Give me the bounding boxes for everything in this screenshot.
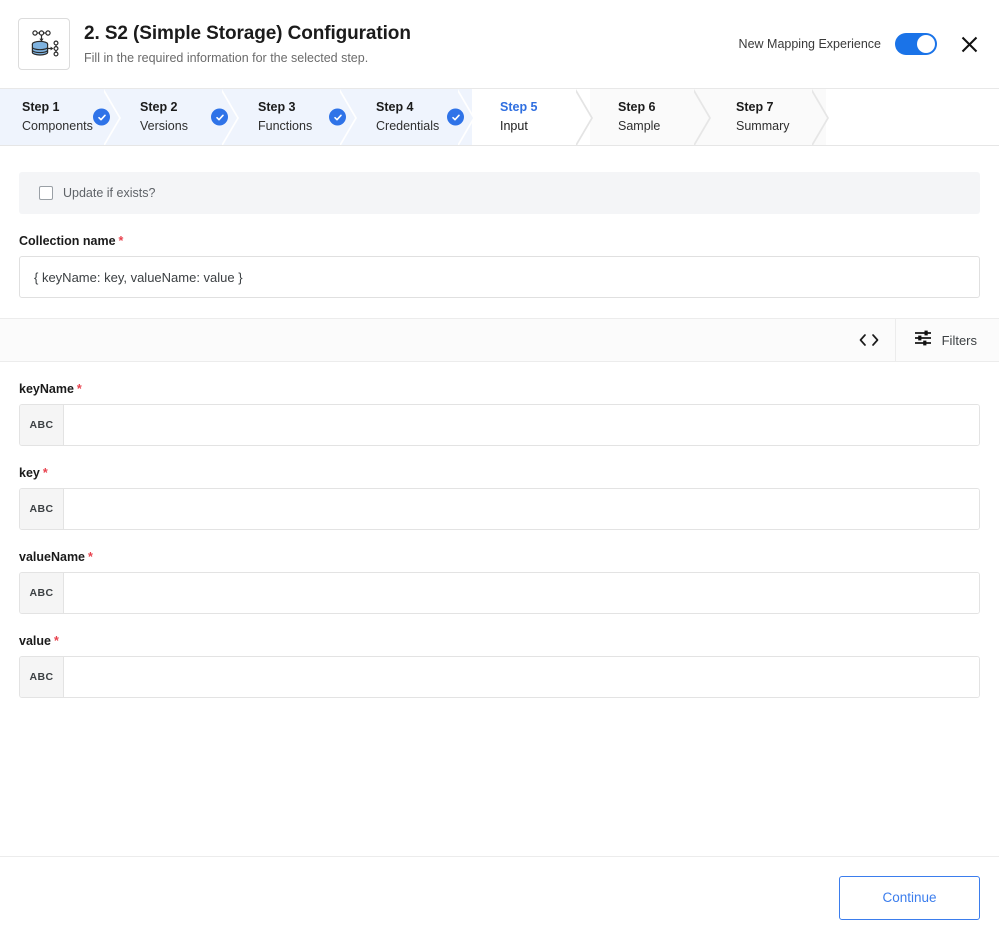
update-if-exists-row[interactable]: Update if exists?: [19, 172, 980, 214]
filter-sliders-icon: [914, 329, 932, 352]
wizard-stepper: Step 1 Components Step 2 Versions Step 3…: [0, 88, 999, 146]
field-label-text: keyName: [19, 382, 74, 396]
field-label-valuename: valueName *: [19, 550, 980, 564]
continue-button[interactable]: Continue: [839, 875, 980, 920]
close-icon[interactable]: [955, 30, 983, 58]
type-chip-abc: ABC: [20, 657, 64, 697]
mapping-toolbar: Filters: [0, 318, 999, 362]
field-label-keyname: keyName *: [19, 382, 980, 396]
dialog-header: 2. S2 (Simple Storage) Configuration Fil…: [0, 0, 999, 88]
field-row-keyname: ABC: [19, 404, 980, 446]
check-circle-icon: [447, 108, 464, 126]
collection-name-group: Collection name * { keyName: key, valueNa…: [0, 214, 999, 298]
required-asterisk: *: [76, 382, 82, 396]
mapping-fields-list: keyName * ABC key * ABC valueName * ABC v: [0, 362, 999, 698]
step-number: Step 1: [22, 100, 60, 114]
field-input-value[interactable]: [64, 657, 979, 697]
step-label: Sample: [618, 119, 661, 133]
required-asterisk: *: [88, 550, 93, 564]
stepper-step-2[interactable]: Step 2 Versions: [118, 89, 239, 145]
toggle-knob: [917, 35, 935, 53]
stepper-step-7[interactable]: Step 7 Summary: [708, 89, 829, 145]
required-asterisk: *: [53, 634, 59, 648]
field-row-value: ABC: [19, 656, 980, 698]
collection-name-input[interactable]: { keyName: key, valueName: value }: [19, 256, 980, 298]
stepper-step-4[interactable]: Step 4 Credentials: [354, 89, 475, 145]
field-label-key: key *: [19, 466, 980, 480]
check-circle-icon: [329, 108, 346, 126]
field-label-text: valueName: [19, 550, 86, 564]
configuration-dialog: 2. S2 (Simple Storage) Configuration Fil…: [0, 0, 999, 938]
step-label: Versions: [140, 119, 188, 133]
type-chip-abc: ABC: [20, 489, 64, 529]
field-row-valuename: ABC: [19, 572, 980, 614]
new-mapping-experience-label: New Mapping Experience: [738, 37, 881, 51]
required-asterisk: *: [118, 234, 124, 248]
stepper-step-1[interactable]: Step 1 Components: [0, 89, 121, 145]
step-number: Step 6: [618, 100, 656, 114]
dialog-footer: Continue: [0, 856, 999, 938]
update-if-exists-label: Update if exists?: [63, 186, 156, 200]
field-label-text: key: [19, 466, 40, 480]
header-controls: New Mapping Experience: [739, 30, 983, 58]
filters-button[interactable]: Filters: [896, 319, 999, 361]
stepper-step-6[interactable]: Step 6 Sample: [590, 89, 711, 145]
step-number: Step 7: [736, 100, 774, 114]
stepper-step-5[interactable]: Step 5 Input: [472, 89, 593, 145]
field-input-valuename[interactable]: [64, 573, 979, 613]
step-number: Step 3: [258, 100, 296, 114]
stepper-tail: [826, 89, 999, 145]
field-label-value: value *: [19, 634, 980, 648]
stepper-step-3[interactable]: Step 3 Functions: [236, 89, 357, 145]
database-storage-icon: [18, 18, 70, 70]
collection-name-label: Collection name *: [19, 234, 980, 248]
field-label-text: value: [19, 634, 51, 648]
step-label: Components: [22, 119, 93, 133]
step-number: Step 5: [500, 100, 538, 114]
filters-label: Filters: [941, 332, 977, 348]
form-body: Update if exists? Collection name * { key…: [0, 146, 999, 856]
step-label: Input: [500, 119, 528, 133]
collection-name-label-text: Collection name: [19, 234, 116, 248]
step-label: Functions: [258, 119, 313, 133]
field-row-key: ABC: [19, 488, 980, 530]
page-title: 2. S2 (Simple Storage) Configuration: [84, 23, 411, 44]
code-brackets-icon[interactable]: [843, 319, 895, 361]
page-subtitle: Fill in the required information for the…: [84, 51, 369, 65]
step-label: Credentials: [376, 119, 440, 133]
check-circle-icon: [93, 108, 110, 126]
field-input-key[interactable]: [64, 489, 979, 529]
step-number: Step 2: [140, 100, 178, 114]
new-mapping-experience-toggle[interactable]: [895, 33, 937, 55]
step-number: Step 4: [376, 100, 414, 114]
header-text-group: 2. S2 (Simple Storage) Configuration Fil…: [84, 22, 739, 66]
step-label: Summary: [736, 119, 790, 133]
field-input-keyname[interactable]: [64, 405, 979, 445]
type-chip-abc: ABC: [20, 573, 64, 613]
type-chip-abc: ABC: [20, 405, 64, 445]
required-asterisk: *: [42, 466, 48, 480]
update-if-exists-checkbox[interactable]: [39, 186, 53, 200]
check-circle-icon: [211, 108, 228, 126]
